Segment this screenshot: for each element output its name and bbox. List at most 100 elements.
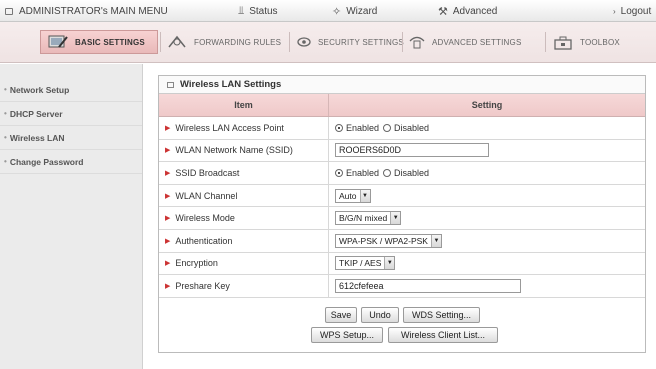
bullet-icon: •: [4, 157, 7, 166]
advanced-settings-icon: [408, 33, 426, 51]
table-row: ▶ Encryption TKIP / AES ▼: [159, 252, 645, 276]
wps-setup-button[interactable]: WPS Setup...: [311, 326, 383, 343]
logout-link[interactable]: › Logout: [613, 4, 651, 18]
chevron-down-icon: ▼: [384, 257, 395, 270]
table-header: Item Setting: [159, 94, 645, 117]
ap-disabled-label: Disabled: [394, 122, 430, 133]
wizard-label: Wizard: [346, 5, 378, 17]
menu-icon: [5, 7, 13, 15]
wds-setting-button[interactable]: WDS Setting...: [403, 306, 480, 323]
sidebar-item-dhcp-server[interactable]: • DHCP Server: [0, 102, 142, 126]
sidebar-item-label: Wireless LAN: [9, 132, 65, 143]
chevron-down-icon: ▼: [390, 212, 401, 225]
tab-advanced-label: ADVANCED SETTINGS: [432, 37, 522, 47]
tab-toolbox-label: TOOLBOX: [580, 37, 620, 47]
broadcast-disabled-radio[interactable]: [383, 168, 392, 177]
panel-header: Wireless LAN Settings: [159, 76, 645, 94]
table-row: ▶ SSID Broadcast Enabled Disabled: [159, 162, 645, 185]
table-row: ▶ WLAN Channel Auto ▼: [159, 184, 645, 208]
mode-select[interactable]: B/G/N mixed ▼: [335, 211, 402, 226]
mode-value: B/G/N mixed: [339, 213, 388, 224]
panel-icon: [167, 81, 174, 88]
auth-value: WPA-PSK / WPA2-PSK: [339, 235, 428, 246]
tab-forwarding-rules[interactable]: FORWARDING RULES: [166, 30, 281, 54]
tab-bar: BASIC SETTINGS FORWARDING RULES SECURITY…: [0, 22, 656, 63]
ap-disabled-radio[interactable]: [383, 123, 392, 132]
arrow-icon: ▶: [165, 169, 171, 177]
sidebar: • Network Setup • DHCP Server • Wireless…: [0, 64, 143, 369]
encryption-label: Encryption: [175, 258, 218, 269]
ap-enabled-label: Enabled: [346, 122, 380, 133]
advanced-link[interactable]: ⚒ Advanced: [438, 4, 497, 18]
logout-label: Logout: [620, 5, 652, 17]
ap-label: Wireless LAN Access Point: [175, 122, 284, 133]
tab-security-label: SECURITY SETTINGS: [318, 37, 404, 47]
bullet-icon: •: [4, 109, 7, 118]
ssid-label: WLAN Network Name (SSID): [175, 145, 293, 156]
tab-basic-settings[interactable]: BASIC SETTINGS: [40, 30, 158, 54]
bullet-icon: •: [4, 133, 7, 142]
wizard-icon: ✧: [332, 5, 342, 18]
arrow-icon: ▶: [165, 237, 171, 245]
broadcast-label: SSID Broadcast: [175, 167, 240, 178]
auth-select[interactable]: WPA-PSK / WPA2-PSK ▼: [335, 233, 442, 248]
arrow-icon: ▶: [165, 215, 171, 223]
undo-button[interactable]: Undo: [361, 306, 399, 323]
ssid-input[interactable]: [335, 143, 489, 158]
arrow-right-icon: ›: [613, 6, 616, 16]
tab-divider: [160, 32, 161, 52]
tab-divider: [545, 32, 546, 52]
auth-label: Authentication: [175, 235, 233, 246]
basic-settings-icon: [47, 33, 69, 51]
advanced-icon: ⚒: [438, 5, 448, 18]
tab-forwarding-label: FORWARDING RULES: [194, 37, 282, 47]
panel-title: Wireless LAN Settings: [180, 79, 282, 90]
tab-divider: [402, 32, 403, 52]
forwarding-icon: [166, 33, 188, 51]
encryption-select[interactable]: TKIP / AES ▼: [335, 256, 396, 271]
channel-select[interactable]: Auto ▼: [335, 188, 371, 203]
status-icon: ⫫: [238, 4, 245, 17]
wizard-link[interactable]: ✧ Wizard: [332, 4, 377, 18]
status-link[interactable]: ⫫ Status: [238, 4, 278, 18]
table-row: ▶ Wireless Mode B/G/N mixed ▼: [159, 207, 645, 230]
tab-advanced-settings[interactable]: ADVANCED SETTINGS: [408, 30, 522, 54]
wireless-lan-settings-panel: Wireless LAN Settings Item Setting ▶ Wire…: [158, 75, 646, 353]
table-row: ▶ WLAN Network Name (SSID): [159, 139, 645, 163]
sidebar-item-label: Change Password: [9, 156, 84, 167]
arrow-icon: ▶: [165, 260, 171, 268]
sidebar-item-change-password[interactable]: • Change Password: [0, 150, 142, 174]
save-button[interactable]: Save: [325, 306, 357, 323]
sidebar-item-label: DHCP Server: [9, 108, 63, 119]
channel-label: WLAN Channel: [175, 190, 238, 201]
main-menu-title[interactable]: ADMINISTRATOR's MAIN MENU: [5, 4, 168, 18]
encryption-value: TKIP / AES: [339, 258, 382, 269]
preshare-key-input[interactable]: [335, 278, 521, 293]
status-label: Status: [249, 5, 278, 17]
broadcast-enabled-radio[interactable]: [335, 168, 343, 177]
arrow-icon: ▶: [165, 124, 171, 132]
arrow-icon: ▶: [165, 192, 171, 200]
tab-security-settings[interactable]: SECURITY SETTINGS: [296, 30, 404, 54]
sidebar-item-wireless-lan[interactable]: • Wireless LAN: [0, 126, 142, 150]
top-menu-bar: ADMINISTRATOR's MAIN MENU ⫫ Status ✧ Wiz…: [0, 0, 656, 22]
preshare-key-label: Preshare Key: [175, 280, 230, 291]
column-setting-header: Setting: [471, 100, 503, 110]
wireless-client-list-button[interactable]: Wireless Client List...: [388, 326, 498, 343]
table-row: ▶ Wireless LAN Access Point Enabled Disab…: [159, 117, 645, 140]
column-item-header: Item: [159, 94, 329, 116]
sidebar-item-label: Network Setup: [9, 84, 70, 95]
action-buttons: Save Undo WDS Setting... WPS Setup... Wi…: [159, 298, 645, 352]
chevron-down-icon: ▼: [430, 234, 441, 247]
ap-enabled-radio[interactable]: [335, 123, 343, 132]
table-row: ▶ Preshare Key: [159, 275, 645, 298]
chevron-down-icon: ▼: [359, 189, 370, 202]
arrow-icon: ▶: [165, 282, 171, 290]
mode-label: Wireless Mode: [175, 213, 235, 224]
bullet-icon: •: [4, 85, 7, 94]
toolbox-icon: [552, 33, 574, 51]
tab-basic-label: BASIC SETTINGS: [75, 37, 145, 47]
sidebar-item-network-setup[interactable]: • Network Setup: [0, 78, 142, 102]
tab-toolbox[interactable]: TOOLBOX: [552, 30, 620, 54]
broadcast-disabled-label: Disabled: [394, 167, 430, 178]
